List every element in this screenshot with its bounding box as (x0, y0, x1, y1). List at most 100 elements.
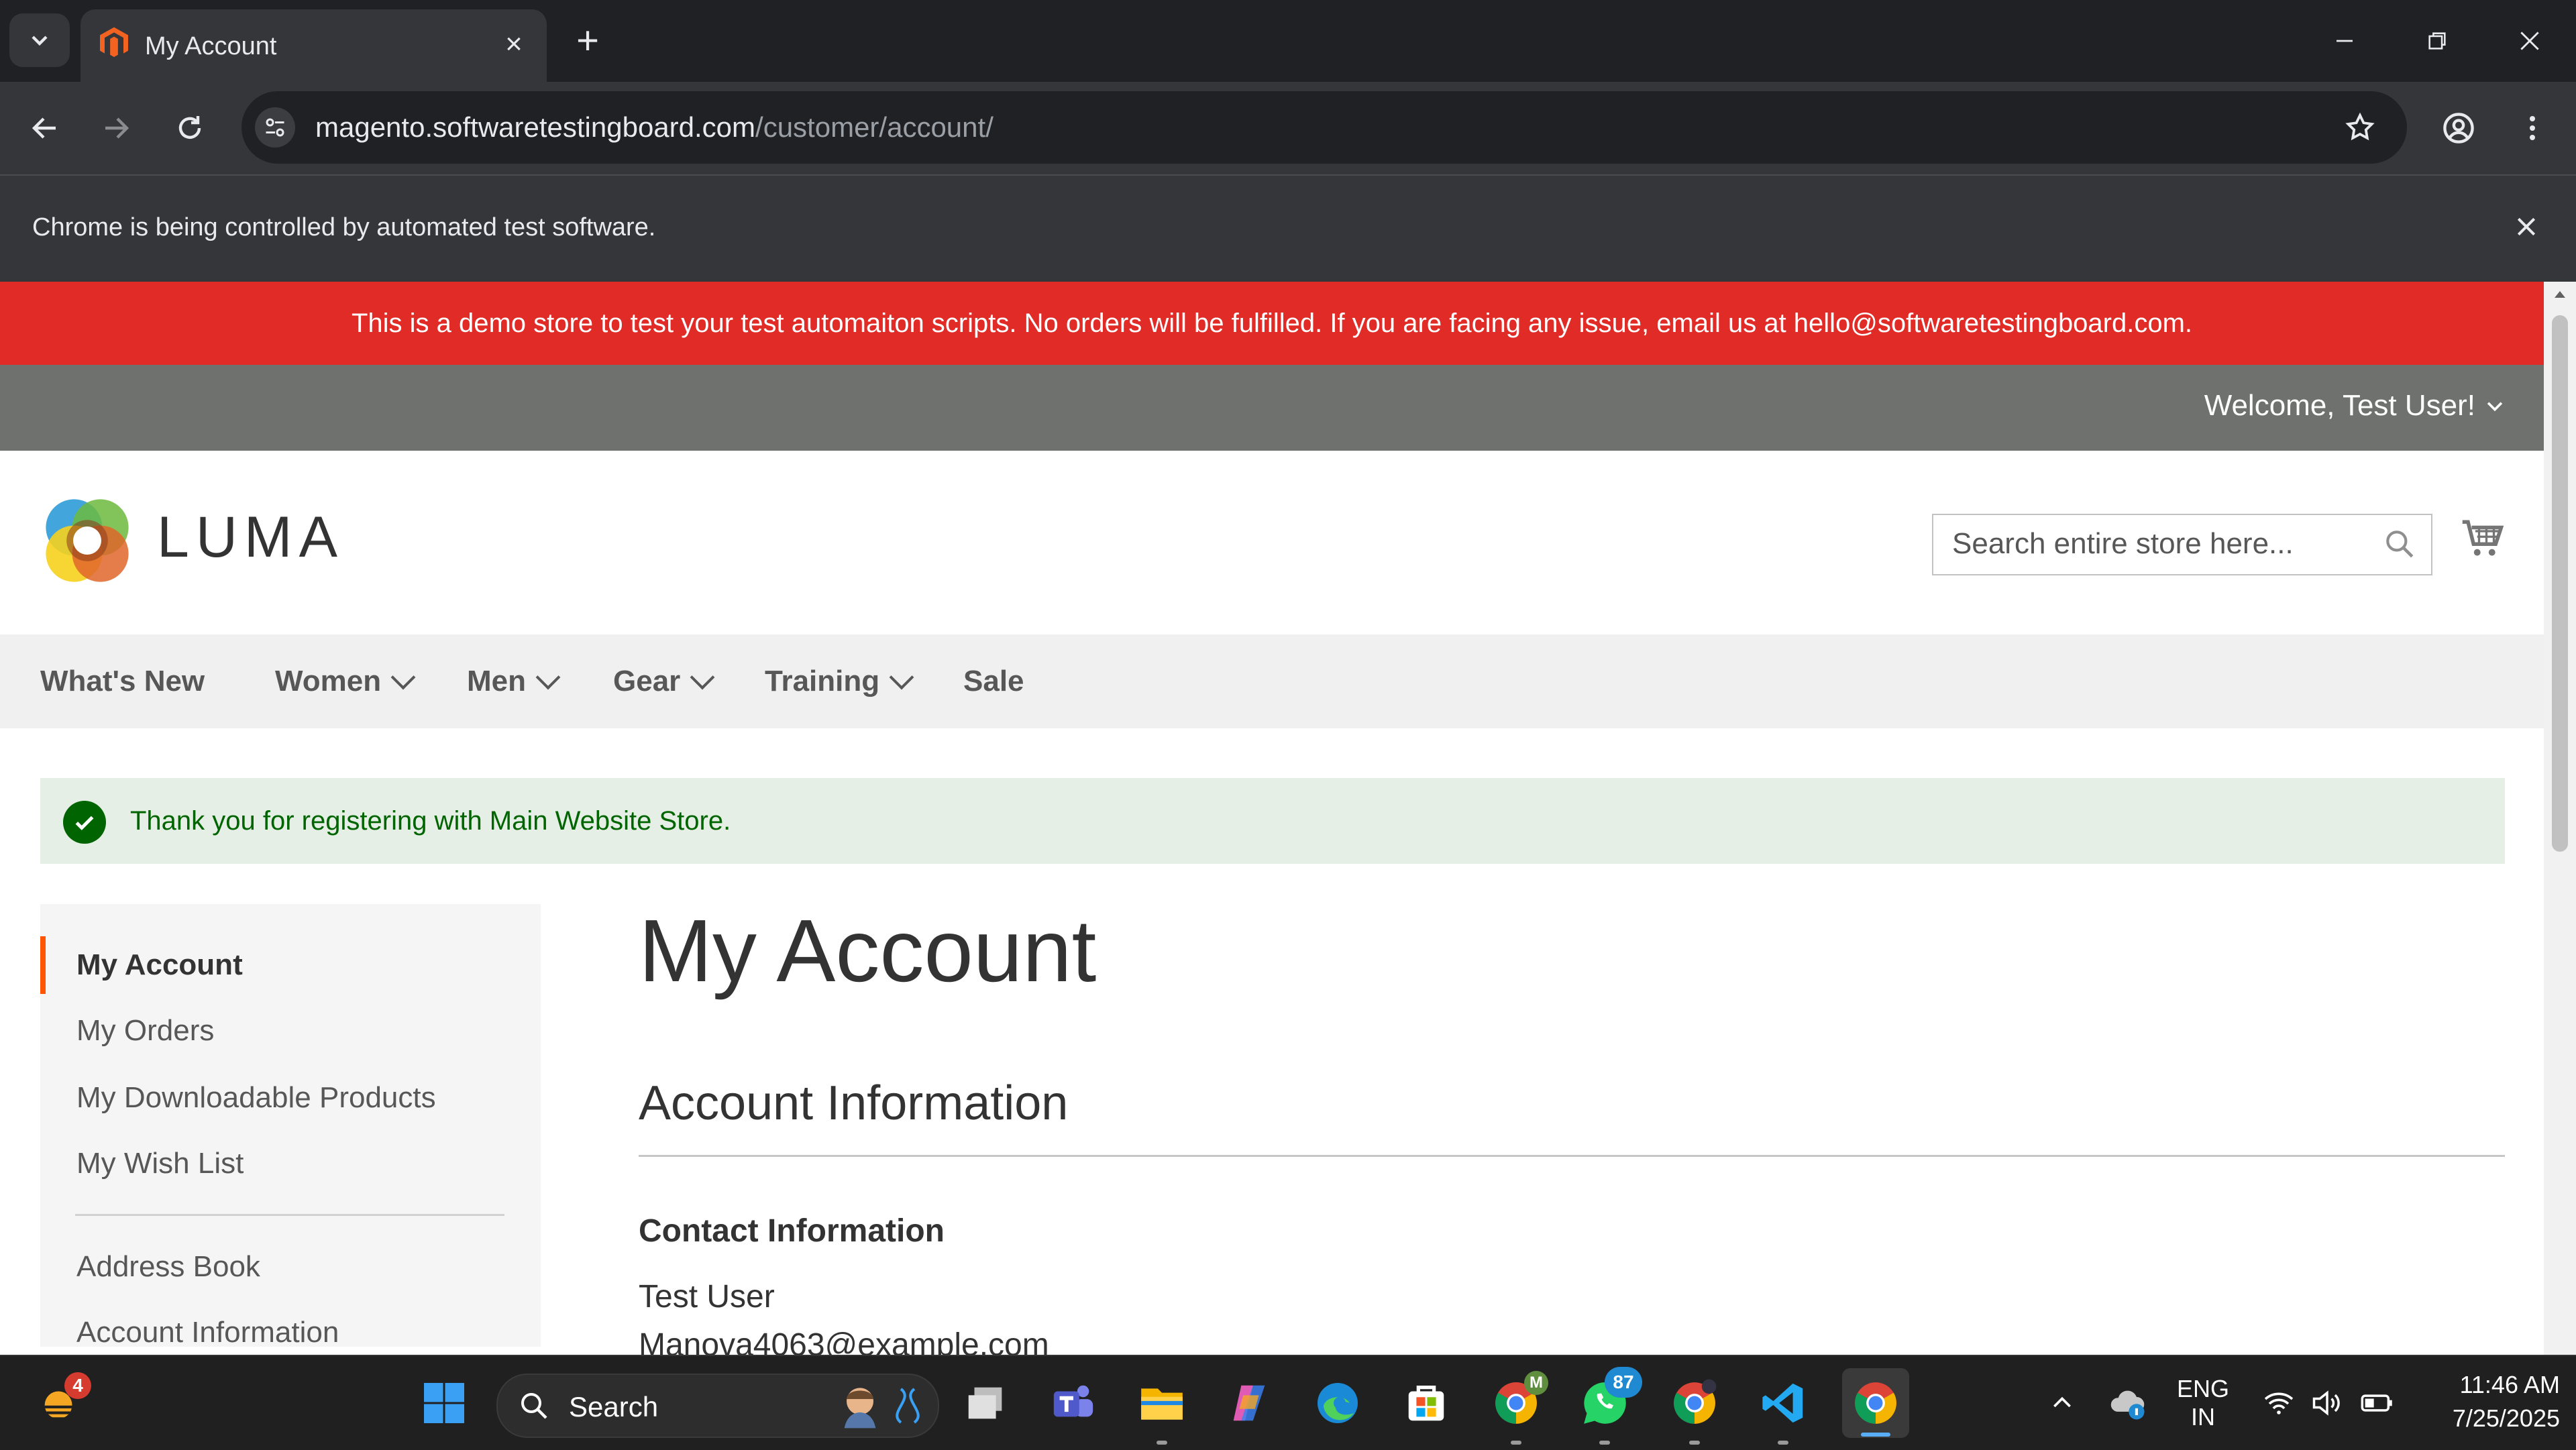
automation-infobar: Chrome is being controlled by automated … (0, 174, 2576, 283)
store-search (1932, 514, 2432, 575)
reload-icon[interactable] (166, 105, 213, 152)
section-title: Account Information (639, 1076, 1069, 1130)
automation-notice: Chrome is being controlled by automated … (32, 213, 656, 241)
sidebar-item-downloadable-products[interactable]: My Downloadable Products (76, 1081, 436, 1115)
running-indicator (1689, 1441, 1700, 1445)
menu-kebab-icon[interactable] (2509, 105, 2556, 152)
active-tab[interactable]: My Account × (80, 9, 547, 82)
task-view-icon[interactable] (959, 1376, 1013, 1430)
logo-text[interactable]: LUMA (157, 504, 344, 571)
copilot-icon[interactable] (1222, 1376, 1276, 1430)
url-text[interactable]: magento.softwaretestingboard.com/custome… (315, 111, 994, 144)
nav-sale[interactable]: Sale (963, 634, 1024, 728)
chevron-down-icon (2487, 402, 2503, 412)
contact-information-heading: Contact Information (639, 1213, 945, 1249)
show-hidden-icons-chevron-up-icon[interactable] (2035, 1376, 2089, 1430)
search-icon[interactable] (2383, 527, 2416, 561)
microsoft-store-icon[interactable] (1399, 1376, 1453, 1430)
running-indicator (1511, 1441, 1521, 1445)
tab-title: My Account (145, 32, 277, 60)
running-indicator (1599, 1441, 1610, 1445)
infobar-close-icon[interactable] (2506, 207, 2546, 247)
nav-label: Men (467, 665, 526, 698)
chevron-down-icon (535, 665, 561, 690)
chrome-profile-2-icon[interactable] (1668, 1376, 1721, 1430)
vscode-icon[interactable] (1756, 1376, 1810, 1430)
region-text: IN (2191, 1403, 2215, 1431)
chevron-down-icon (690, 665, 715, 690)
scroll-up-arrow-icon[interactable] (2553, 287, 2567, 300)
clock-time: 11:46 AM (2459, 1371, 2560, 1398)
chevron-down-icon (32, 36, 48, 46)
account-sidebar: My Account My Orders My Downloadable Pro… (40, 904, 541, 1349)
search-input[interactable] (1933, 515, 2387, 573)
nav-training[interactable]: Training (765, 634, 914, 728)
restore-icon[interactable] (2407, 16, 2467, 66)
taskbar-search[interactable]: Search (496, 1374, 939, 1438)
whatsapp-badge: 87 (1605, 1367, 1642, 1398)
teams-icon[interactable] (1046, 1376, 1100, 1430)
nav-label: Training (765, 665, 880, 698)
page-scrollbar[interactable] (2544, 282, 2576, 1355)
profile-badge-m: M (1524, 1371, 1548, 1395)
clock-date: 7/25/2025 (2452, 1404, 2560, 1432)
whatsapp-icon[interactable]: 87 (1578, 1367, 1642, 1430)
nav-men[interactable]: Men (467, 634, 561, 728)
taskbar-search-label: Search (569, 1391, 659, 1423)
customer-welcome-dropdown[interactable]: Welcome, Test User! (2204, 389, 2506, 423)
forward-icon[interactable] (93, 105, 140, 152)
scrollbar-thumb[interactable] (2552, 315, 2568, 852)
sidebar-item-account-information[interactable]: Account Information (76, 1316, 339, 1349)
nav-label: Sale (963, 665, 1024, 698)
browser-tab-strip: My Account × + (0, 0, 2576, 82)
new-tab-button[interactable]: + (568, 19, 608, 62)
address-bar[interactable]: magento.softwaretestingboard.com/custome… (241, 91, 2407, 164)
current-item-indicator (40, 936, 46, 994)
onedrive-icon[interactable] (2101, 1376, 2155, 1430)
tab-close-icon[interactable]: × (498, 27, 530, 60)
demo-notice-text: This is a demo store to test your test a… (351, 308, 2193, 338)
language-indicator[interactable]: ENG IN (2171, 1375, 2235, 1431)
main-navigation: What's New Women Men Gear Training Sale (0, 634, 2544, 728)
tab-search-button[interactable] (9, 13, 70, 67)
weather-widget[interactable]: 4 (34, 1372, 91, 1430)
demo-notice-banner: This is a demo store to test your test a… (0, 282, 2544, 365)
windows-logo-icon (424, 1383, 464, 1423)
nav-women[interactable]: Women (275, 634, 416, 728)
success-message: Thank you for registering with Main Webs… (40, 778, 2505, 864)
active-app-indicator (1861, 1433, 1890, 1437)
chrome-profile-m-icon[interactable]: M (1489, 1371, 1548, 1430)
start-button[interactable] (417, 1376, 471, 1430)
luma-logo-icon[interactable] (40, 494, 134, 588)
profile-icon[interactable] (2435, 105, 2482, 152)
edge-icon[interactable] (1311, 1376, 1364, 1430)
dna-icon (896, 1388, 920, 1424)
cart-icon[interactable] (2461, 516, 2505, 561)
window-close-icon[interactable] (2500, 16, 2560, 66)
sidebar-item-wish-list[interactable]: My Wish List (76, 1147, 244, 1180)
check-circle-icon (63, 801, 106, 844)
clock[interactable]: 11:46 AM 7/25/2025 (2412, 1371, 2560, 1433)
language-text: ENG (2176, 1375, 2229, 1402)
chevron-down-icon (889, 665, 914, 690)
back-icon[interactable] (21, 105, 68, 152)
windows-taskbar: 4 Search M 87 ENG IN 11:46 AM 7/25/2025 (0, 1355, 2576, 1450)
file-explorer-icon[interactable] (1135, 1376, 1189, 1430)
volume-icon (2312, 1390, 2340, 1416)
chrome-active-icon[interactable] (1842, 1368, 1909, 1438)
nav-gear[interactable]: Gear (613, 634, 715, 728)
battery-icon (2361, 1394, 2392, 1412)
url-path: /customer/account/ (755, 111, 994, 143)
sidebar-item-address-book[interactable]: Address Book (76, 1250, 260, 1284)
magento-favicon-icon (100, 27, 128, 57)
wifi-icon (2264, 1392, 2294, 1414)
search-highlight-icon (844, 1388, 876, 1429)
nav-whats-new[interactable]: What's New (40, 634, 205, 728)
minimize-icon[interactable] (2314, 16, 2375, 66)
section-divider (639, 1155, 2505, 1157)
bookmark-star-icon[interactable] (2340, 107, 2380, 148)
quick-settings[interactable] (2251, 1376, 2406, 1430)
site-settings-icon[interactable] (255, 107, 295, 148)
nav-label: Gear (613, 665, 681, 698)
sidebar-item-my-orders[interactable]: My Orders (76, 1014, 214, 1048)
